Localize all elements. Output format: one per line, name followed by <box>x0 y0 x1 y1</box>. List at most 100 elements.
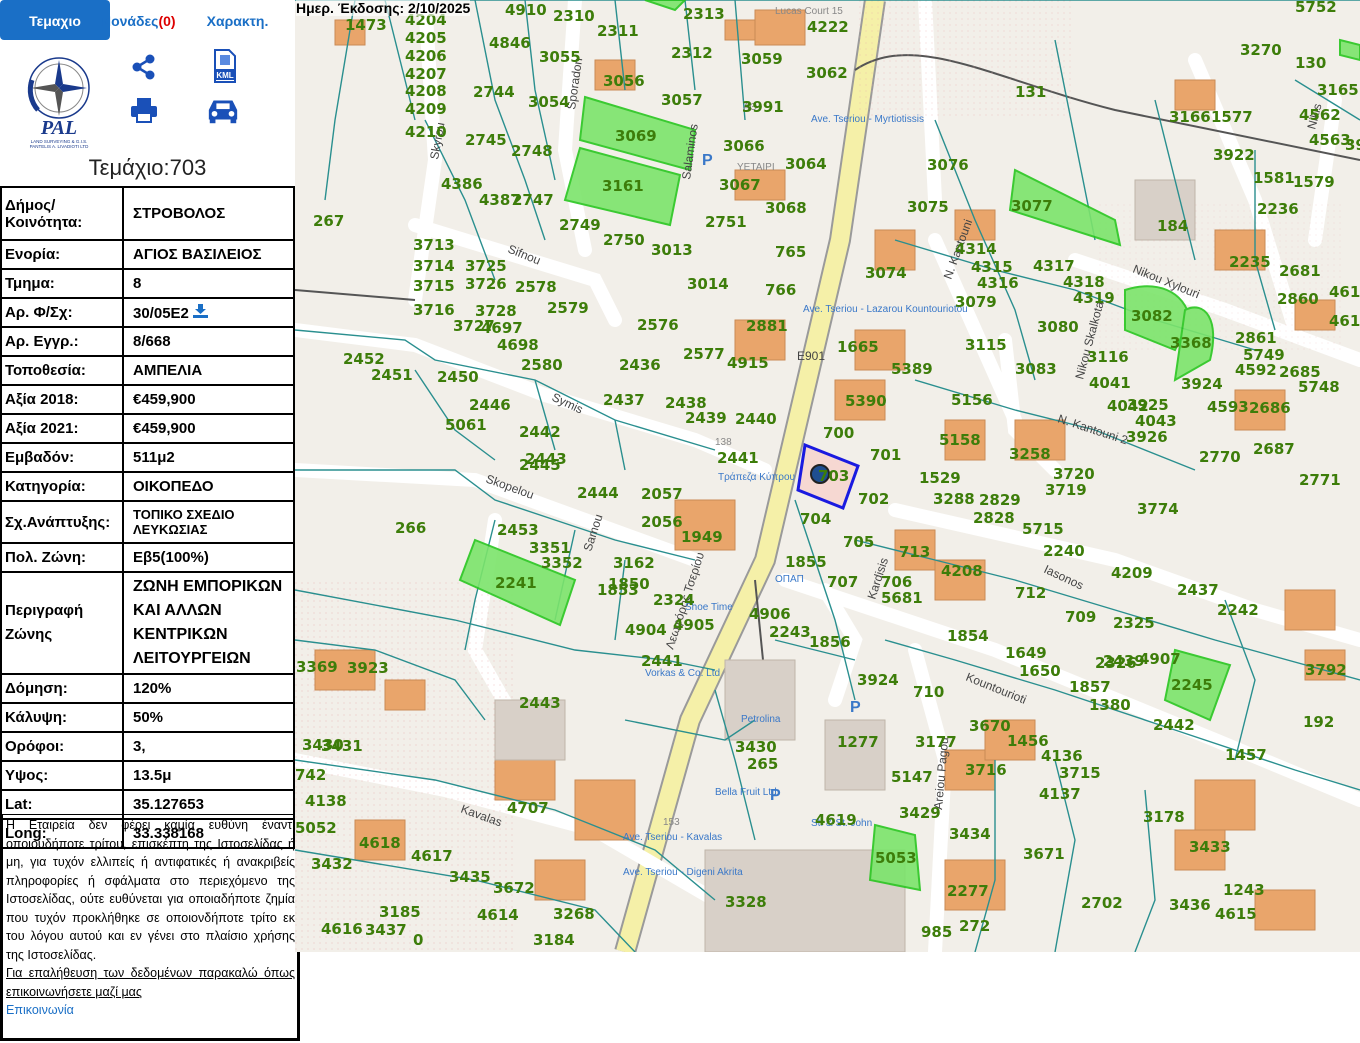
map-canvas[interactable]: Λεωφόρος Τσερίου Symis Sifnou Skopelou S… <box>295 0 1360 952</box>
parcel-number-label[interactable]: 4617 <box>1329 283 1360 301</box>
parcel-number-label[interactable]: 3055 <box>539 48 581 66</box>
parcel-number-label[interactable]: 3069 <box>615 127 657 145</box>
parcel-number-label[interactable]: 4616 <box>321 920 363 938</box>
tab-parcel[interactable]: Τεμαχιο <box>0 0 110 40</box>
parcel-number-label[interactable]: 2744 <box>473 83 515 101</box>
parcel-number-label[interactable]: 5752 <box>1295 0 1337 16</box>
parcel-number-label[interactable]: 2236 <box>1257 200 1299 218</box>
parcel-number-label[interactable]: 3268 <box>553 905 595 923</box>
parcel-number-label[interactable]: 2450 <box>437 368 479 386</box>
parcel-number-label[interactable]: 2235 <box>1229 253 1271 271</box>
parcel-number-label[interactable]: 3115 <box>965 336 1007 354</box>
parcel-number-label[interactable]: 3064 <box>785 155 827 173</box>
parcel-number-label[interactable]: 2437 <box>1177 581 1219 599</box>
parcel-number-label[interactable]: 4618 <box>359 834 401 852</box>
parcel-number-label[interactable]: 2243 <box>769 623 811 641</box>
parcel-number-label[interactable]: 1856 <box>809 633 851 651</box>
parcel-number-label[interactable]: 2687 <box>1253 440 1295 458</box>
parcel-number-label[interactable]: 3926 <box>1126 428 1168 446</box>
parcel-number-label[interactable]: 3671 <box>1023 845 1065 863</box>
parcel-number-label[interactable]: 3716 <box>965 761 1007 779</box>
parcel-number-label[interactable]: 2445 <box>519 456 561 474</box>
parcel-number-label[interactable]: 4593 <box>1207 398 1249 416</box>
parcel-number-label[interactable]: 3670 <box>969 717 1011 735</box>
parcel-number-label[interactable]: 266 <box>395 519 426 537</box>
parcel-number-label[interactable]: 3184 <box>533 931 575 949</box>
tab-features[interactable]: Χαρακτη. <box>200 0 275 40</box>
parcel-number-label[interactable]: 3258 <box>1009 445 1051 463</box>
parcel-number-label[interactable]: 4207 <box>405 65 447 83</box>
tab-units[interactable]: Μονάδες(0) <box>95 0 180 40</box>
parcel-number-label[interactable]: 3054 <box>528 93 570 111</box>
parcel-number-label[interactable]: 4910 <box>505 1 547 19</box>
parcel-number-label[interactable]: 3014 <box>687 275 729 293</box>
parcel-number-label[interactable]: 3714 <box>413 257 455 275</box>
parcel-number-label[interactable]: 3080 <box>1037 318 1079 336</box>
parcel-number-label[interactable]: 4905 <box>673 616 715 634</box>
parcel-number-label[interactable]: 3774 <box>1137 500 1179 518</box>
parcel-number-label[interactable]: 3062 <box>806 64 848 82</box>
parcel-number-label[interactable]: 1380 <box>1089 696 1131 714</box>
parcel-number-label[interactable]: 2324 <box>653 591 695 609</box>
parcel-number-label[interactable]: 3162 <box>613 554 655 572</box>
parcel-number-label[interactable]: 5748 <box>1298 378 1340 396</box>
parcel-number-label[interactable]: 4137 <box>1039 785 1081 803</box>
parcel-number-label[interactable]: 2686 <box>1249 399 1291 417</box>
parcel-number-label[interactable]: 3713 <box>413 236 455 254</box>
parcel-number-label[interactable]: 3726 <box>465 275 507 293</box>
parcel-number-label[interactable]: 3725 <box>465 257 507 275</box>
parcel-number-label[interactable]: 2748 <box>511 142 553 160</box>
parcel-number-label[interactable]: 4210 <box>405 123 447 141</box>
parcel-number-label[interactable]: 1665 <box>837 338 879 356</box>
parcel-number-label[interactable]: 2242 <box>1217 601 1259 619</box>
parcel-number-label[interactable]: 2437 <box>603 391 645 409</box>
parcel-number-label[interactable]: 5158 <box>939 431 981 449</box>
parcel-number-label[interactable]: 2240 <box>1043 542 1085 560</box>
parcel-number-label[interactable]: 2057 <box>641 485 683 503</box>
parcel-number-label[interactable]: 3434 <box>949 825 991 843</box>
parcel-number-label[interactable]: 3066 <box>723 137 765 155</box>
parcel-number-label[interactable]: 2861 <box>1235 329 1277 347</box>
parcel-number-label[interactable]: 3166 <box>1169 108 1211 126</box>
parcel-number-label[interactable]: 4206 <box>405 47 447 65</box>
parcel-number-label[interactable]: 3432 <box>311 855 353 873</box>
parcel-number-label[interactable]: 3368 <box>1170 334 1212 352</box>
parcel-number-label[interactable]: 2311 <box>597 22 639 40</box>
parcel-number-label[interactable]: 2702 <box>1081 894 1123 912</box>
parcel-number-label[interactable]: 3075 <box>907 198 949 216</box>
parcel-number-label[interactable]: 3076 <box>927 156 969 174</box>
parcel-number-label[interactable]: 4906 <box>749 605 791 623</box>
parcel-number-label[interactable]: 3185 <box>379 903 421 921</box>
parcel-number-label[interactable]: 2312 <box>671 44 713 62</box>
parcel-number-label[interactable]: 2444 <box>577 484 619 502</box>
parcel-number-label[interactable]: 2860 <box>1277 290 1319 308</box>
parcel-number-label[interactable]: 4209 <box>405 100 447 118</box>
parcel-number-label[interactable]: 4041 <box>1089 374 1131 392</box>
car-icon[interactable] <box>206 94 240 126</box>
parcel-number-label[interactable]: 2313 <box>683 5 725 23</box>
parcel-number-label[interactable]: 2579 <box>547 299 589 317</box>
parcel-number-label[interactable]: 184 <box>1157 217 1188 235</box>
parcel-number-label[interactable]: 4208 <box>941 562 983 580</box>
parcel-number-label[interactable]: 0 <box>413 931 423 949</box>
parcel-number-label[interactable]: 712 <box>1015 584 1046 602</box>
contact-link[interactable]: Επικοινωνία <box>6 1003 74 1017</box>
parcel-number-label[interactable]: 4205 <box>405 29 447 47</box>
parcel-number-label[interactable]: 1649 <box>1005 644 1047 662</box>
parcel-number-label[interactable]: 2441 <box>717 449 759 467</box>
parcel-number-label[interactable]: 2440 <box>735 410 777 428</box>
parcel-number-label[interactable]: 703 <box>818 467 849 485</box>
parcel-number-label[interactable]: 1853 <box>597 581 639 599</box>
parcel-number-label[interactable]: 265 <box>747 755 778 773</box>
parcel-number-label[interactable]: 3436 <box>1169 896 1211 914</box>
parcel-number-label[interactable]: 4208 <box>405 82 447 100</box>
parcel-number-label[interactable]: 3923 <box>347 659 389 677</box>
parcel-number-label[interactable]: 2277 <box>947 882 989 900</box>
parcel-number-label[interactable]: 3431 <box>321 737 363 755</box>
parcel-number-label[interactable]: 4619 <box>815 811 857 829</box>
parcel-number-label[interactable]: 2577 <box>683 345 725 363</box>
parcel-number-label[interactable]: 5681 <box>881 589 923 607</box>
parcel-number-label[interactable]: 3727 <box>453 317 495 335</box>
parcel-number-label[interactable]: 2442 <box>519 423 561 441</box>
parcel-number-label[interactable]: 2241 <box>495 574 537 592</box>
